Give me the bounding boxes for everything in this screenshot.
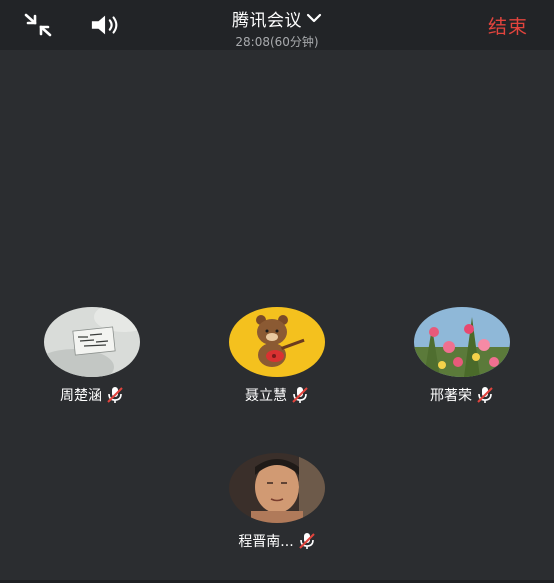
participant-tile[interactable]: 程晋南... — [207, 453, 347, 551]
chevron-down-icon[interactable] — [306, 9, 322, 29]
mic-muted-icon — [291, 386, 309, 404]
participant-name: 周楚涵 — [60, 388, 102, 404]
meeting-title[interactable]: 腾讯会议 — [232, 6, 302, 31]
avatar — [414, 307, 510, 377]
meeting-title-area[interactable]: 腾讯会议 28:08(60分钟) — [0, 6, 554, 50]
top-bar: 腾讯会议 28:08(60分钟) 结束 — [0, 0, 554, 50]
mic-muted-icon — [476, 386, 494, 404]
participant-name: 聂立慧 — [245, 388, 287, 404]
end-meeting-button[interactable]: 结束 — [488, 12, 528, 39]
participant-tile[interactable]: 周楚涵 — [22, 307, 162, 405]
avatar — [229, 453, 325, 523]
mic-muted-icon — [298, 532, 316, 550]
participant-name: 邢著荣 — [430, 388, 472, 404]
participant-tile[interactable]: 聂立慧 — [207, 307, 347, 405]
participant-name: 程晋南... — [238, 534, 294, 550]
avatar — [44, 307, 140, 377]
participant-tile[interactable]: 邢著荣 — [392, 307, 532, 405]
meeting-duration: 28:08(60分钟) — [235, 35, 319, 49]
mic-muted-icon — [106, 386, 124, 404]
avatar — [229, 307, 325, 377]
